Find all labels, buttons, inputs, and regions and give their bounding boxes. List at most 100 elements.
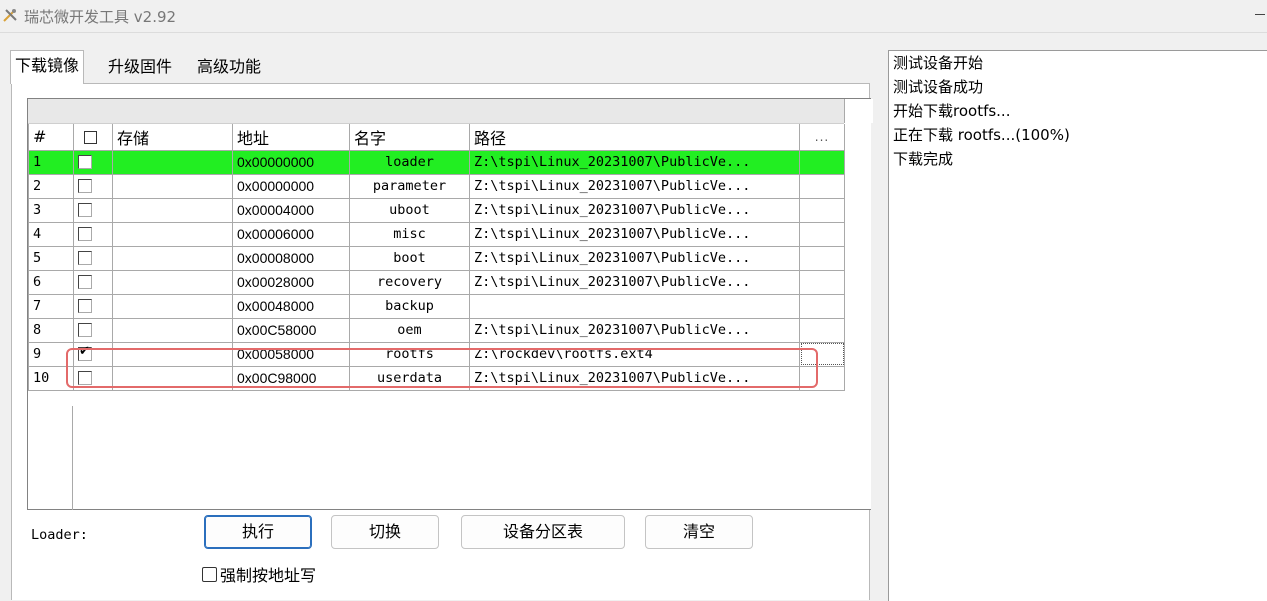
row-address[interactable]: 0x00008000 — [232, 245, 350, 271]
row-path[interactable]: Z:\tspi\Linux_20231007\PublicVe... — [469, 317, 800, 343]
row-address[interactable]: 0x00000000 — [232, 173, 350, 199]
row-checkbox-cell[interactable] — [73, 149, 113, 175]
row-checkbox-cell[interactable] — [73, 221, 113, 247]
force-address-write-checkbox[interactable] — [202, 567, 217, 582]
row-path[interactable]: Z:\tspi\Linux_20231007\PublicVe... — [469, 197, 800, 223]
table-row[interactable]: 3 0x00004000 uboot Z:\tspi\Linux_20231007\P… — [28, 197, 845, 223]
row-store[interactable] — [112, 197, 233, 223]
row-browse-cell[interactable] — [799, 317, 845, 343]
row-checkbox-cell[interactable] — [73, 365, 113, 391]
row-name[interactable]: oem — [349, 317, 470, 343]
row-name[interactable]: parameter — [349, 173, 470, 199]
row-checkbox-cell[interactable] — [73, 245, 113, 271]
force-address-write-option[interactable]: 强制按地址写 — [202, 562, 316, 586]
row-checkbox[interactable] — [78, 323, 92, 337]
row-name[interactable]: boot — [349, 245, 470, 271]
col-header-address: 地址 — [232, 124, 350, 151]
row-name[interactable]: uboot — [349, 197, 470, 223]
row-store[interactable] — [112, 173, 233, 199]
row-checkbox-cell[interactable] — [73, 341, 113, 367]
row-store[interactable] — [112, 149, 233, 175]
row-checkbox-cell[interactable] — [73, 293, 113, 319]
row-address[interactable]: 0x00C98000 — [232, 365, 350, 391]
row-name[interactable]: backup — [349, 293, 470, 319]
table-row[interactable]: 5 0x00008000 boot Z:\tspi\Linux_20231007\Pu… — [28, 245, 845, 271]
execute-button[interactable]: 执行 — [204, 515, 312, 549]
row-checkbox[interactable] — [78, 275, 92, 289]
row-browse-cell[interactable] — [799, 149, 845, 175]
row-name[interactable]: recovery — [349, 269, 470, 295]
table-row[interactable]: 2 0x00000000 parameter Z:\tspi\Linux_202310… — [28, 173, 845, 199]
table-row[interactable]: 8 0x00C58000 oem Z:\tspi\Linux_20231007\Pub… — [28, 317, 845, 343]
row-checkbox[interactable] — [78, 299, 92, 313]
row-path[interactable]: Z:\tspi\Linux_20231007\PublicVe... — [469, 173, 800, 199]
row-path[interactable]: Z:\rockdev\rootfs.ext4 — [469, 341, 800, 367]
table-row[interactable]: 6 0x00028000 recovery Z:\tspi\Linux_2023100… — [28, 269, 845, 295]
row-store[interactable] — [112, 317, 233, 343]
row-address[interactable]: 0x00048000 — [232, 293, 350, 319]
grid-header-band-right — [844, 99, 873, 123]
row-checkbox[interactable] — [78, 227, 92, 241]
row-store[interactable] — [112, 293, 233, 319]
tab-advanced[interactable]: 高级功能 — [193, 52, 265, 84]
row-store[interactable] — [112, 269, 233, 295]
table-row[interactable]: 7 0x00048000 backup — [28, 293, 845, 319]
row-name[interactable]: rootfs — [349, 341, 470, 367]
row-address[interactable]: 0x00058000 — [232, 341, 350, 367]
row-browse-cell[interactable] — [799, 221, 845, 247]
col-header-select-all[interactable] — [73, 124, 113, 151]
row-browse-cell[interactable] — [799, 269, 845, 295]
tab-download-image[interactable]: 下载镜像 — [10, 50, 85, 84]
row-checkbox[interactable] — [78, 203, 92, 217]
row-checkbox[interactable] — [78, 371, 92, 385]
row-address[interactable]: 0x00004000 — [232, 197, 350, 223]
row-path[interactable]: Z:\tspi\Linux_20231007\PublicVe... — [469, 221, 800, 247]
row-name[interactable]: misc — [349, 221, 470, 247]
title-divider — [0, 32, 1267, 33]
row-path[interactable] — [469, 293, 800, 319]
table-row[interactable]: 4 0x00006000 misc Z:\tspi\Linux_20231007\Pu… — [28, 221, 845, 247]
row-checkbox-cell[interactable] — [73, 269, 113, 295]
row-address[interactable]: 0x00006000 — [232, 221, 350, 247]
row-address[interactable]: 0x00028000 — [232, 269, 350, 295]
row-checkbox[interactable] — [78, 179, 92, 193]
row-browse-cell[interactable] — [799, 293, 845, 319]
row-path[interactable]: Z:\tspi\Linux_20231007\PublicVe... — [469, 365, 800, 391]
row-store[interactable] — [112, 341, 233, 367]
row-browse-cell[interactable] — [799, 341, 845, 367]
row-path[interactable]: Z:\tspi\Linux_20231007\PublicVe... — [469, 245, 800, 271]
row-store[interactable] — [112, 245, 233, 271]
table-row[interactable]: 9 0x00058000rootfsZ:\rockdev\rootfs.ext4 — [28, 341, 845, 367]
row-checkbox[interactable] — [78, 344, 92, 361]
row-name[interactable]: userdata — [349, 365, 470, 391]
row-address[interactable]: 0x00C58000 — [232, 317, 350, 343]
row-checkbox-cell[interactable] — [73, 317, 113, 343]
row-browse-cell[interactable] — [799, 365, 845, 391]
table-row[interactable]: 10 0x00C98000 userdata Z:\tspi\Linux_202310… — [28, 365, 845, 391]
clear-button[interactable]: 清空 — [645, 515, 753, 549]
row-name[interactable]: loader — [349, 149, 470, 175]
select-all-checkbox[interactable] — [84, 131, 97, 145]
row-address[interactable]: 0x00000000 — [232, 149, 350, 175]
col-header-name: 名字 — [349, 124, 470, 151]
minimize-button[interactable] — [1255, 14, 1265, 15]
row-browse-cell[interactable] — [799, 245, 845, 271]
loader-label: Loader: — [31, 527, 88, 543]
row-browse-cell[interactable] — [799, 173, 845, 199]
device-partition-table-button[interactable]: 设备分区表 — [461, 515, 625, 549]
row-store[interactable] — [112, 365, 233, 391]
row-checkbox-cell[interactable] — [73, 197, 113, 223]
tab-upgrade-firmware[interactable]: 升级固件 — [104, 52, 176, 84]
row-browse-cell[interactable] — [799, 197, 845, 223]
row-checkbox[interactable] — [78, 155, 92, 169]
row-checkbox-cell[interactable] — [73, 173, 113, 199]
switch-button[interactable]: 切换 — [331, 515, 439, 549]
row-number: 5 — [28, 245, 74, 271]
row-checkbox[interactable] — [78, 251, 92, 265]
row-path[interactable]: Z:\tspi\Linux_20231007\PublicVe... — [469, 269, 800, 295]
log-line: 测试设备成功 — [893, 78, 984, 96]
log-panel[interactable]: 测试设备开始 测试设备成功 开始下载rootfs... 正在下载 rootfs...(… — [888, 50, 1267, 601]
row-path[interactable]: Z:\tspi\Linux_20231007\PublicVe... — [469, 149, 800, 175]
row-store[interactable] — [112, 221, 233, 247]
table-row[interactable]: 1 0x00000000 loader Z:\tspi\Linux_20231007\… — [28, 149, 845, 175]
